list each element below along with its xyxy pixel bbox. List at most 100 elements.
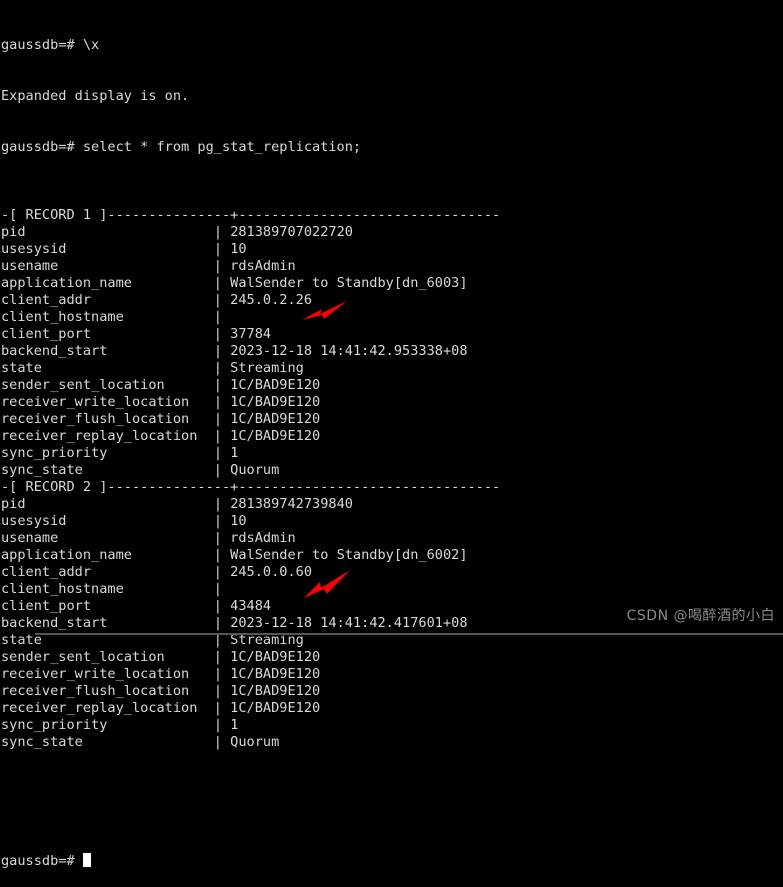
csdn-watermark: CSDN @喝醉酒的小白 (626, 608, 775, 624)
record-row-value: 1C/BAD9E120 (230, 666, 321, 682)
record-row-key: sync_state (1, 462, 83, 478)
column-divider: | (213, 734, 231, 750)
key-padding (91, 598, 214, 614)
key-padding (107, 343, 213, 359)
record-row: pid | 281389707022720 (1, 224, 783, 241)
record-row: receiver_replay_location | 1C/BAD9E120 (1, 428, 783, 445)
key-padding (197, 428, 213, 444)
record-row: client_hostname | (1, 581, 783, 598)
record-row-value: rdsAdmin (230, 258, 296, 274)
record-row: receiver_flush_location | 1C/BAD9E120 (1, 411, 783, 428)
record-row-value: rdsAdmin (230, 530, 296, 546)
key-padding (189, 666, 214, 682)
record-row-key: client_hostname (1, 581, 124, 597)
key-padding (124, 309, 214, 325)
record-separator: -[ RECORD 2 ]---------------+-----------… (1, 479, 501, 495)
record-row-key: receiver_write_location (1, 394, 190, 410)
key-padding (189, 411, 214, 427)
column-divider: | (213, 513, 231, 529)
record-row-key: sender_sent_location (1, 377, 165, 393)
record-row: backend_start | 2023-12-18 14:41:42.9533… (1, 343, 783, 360)
key-padding (107, 445, 213, 461)
key-padding (132, 275, 214, 291)
column-divider: | (213, 462, 231, 478)
record-row: sync_priority | 1 (1, 445, 783, 462)
record-row-key: sender_sent_location (1, 649, 165, 665)
record-row: receiver_write_location | 1C/BAD9E120 (1, 666, 783, 683)
record-row-value: 281389742739840 (230, 496, 353, 512)
text-cursor (82, 853, 92, 867)
column-divider: | (213, 275, 231, 291)
record-row-key: state (1, 360, 42, 376)
key-padding (165, 377, 214, 393)
key-padding (66, 513, 213, 529)
record-row: sync_priority | 1 (1, 717, 783, 734)
final-prompt-line[interactable]: gaussdb=# (1, 853, 783, 870)
record-row-key: usesysid (1, 241, 67, 257)
record-row: sender_sent_location | 1C/BAD9E120 (1, 649, 783, 666)
window-bottom-rule (35, 633, 783, 635)
column-divider: | (213, 445, 231, 461)
column-divider: | (213, 615, 231, 631)
key-padding (132, 547, 214, 563)
key-padding (66, 241, 213, 257)
column-divider: | (213, 394, 231, 410)
column-divider: | (213, 377, 231, 393)
record-row-value: 2023-12-18 14:41:42.953338+08 (230, 343, 468, 359)
record-row: receiver_flush_location | 1C/BAD9E120 (1, 683, 783, 700)
column-divider: | (213, 598, 231, 614)
column-divider: | (213, 496, 231, 512)
column-divider: | (213, 581, 231, 597)
record-row-key: receiver_flush_location (1, 411, 190, 427)
column-divider: | (213, 241, 231, 257)
key-padding (124, 581, 214, 597)
record-row-key: receiver_replay_location (1, 700, 198, 716)
record-row-key: receiver_replay_location (1, 428, 198, 444)
record-row: state | Streaming (1, 360, 783, 377)
command-line-select-replication: gaussdb=# select * from pg_stat_replicat… (1, 139, 362, 155)
record-row-key: backend_start (1, 615, 108, 631)
record-row-value: 281389707022720 (230, 224, 353, 240)
record-row: usename | rdsAdmin (1, 530, 783, 547)
record-row-value: 43484 (230, 598, 272, 614)
column-divider: | (213, 547, 231, 563)
record-row-value: Quorum (230, 462, 280, 478)
command-line-expanded-display: gaussdb=# \x (1, 37, 100, 53)
key-padding (165, 649, 214, 665)
column-divider: | (213, 360, 231, 376)
record-row-value: 1C/BAD9E120 (230, 700, 321, 716)
column-divider: | (213, 649, 231, 665)
record-row-value: 245.0.0.60 (230, 564, 313, 580)
record-row: receiver_replay_location | 1C/BAD9E120 (1, 700, 783, 717)
record-row: client_port | 37784 (1, 326, 783, 343)
record-row: receiver_write_location | 1C/BAD9E120 (1, 394, 783, 411)
record-row-key: usename (1, 258, 59, 274)
record-row-key: client_hostname (1, 309, 124, 325)
column-divider: | (213, 717, 231, 733)
record-row-value: 1C/BAD9E120 (230, 683, 321, 699)
record-row: usesysid | 10 (1, 241, 783, 258)
key-padding (83, 462, 214, 478)
record-row: sender_sent_location | 1C/BAD9E120 (1, 377, 783, 394)
terminal-output[interactable]: gaussdb=# \x Expanded display is on. gau… (0, 0, 783, 869)
column-divider: | (213, 326, 231, 342)
key-padding (91, 292, 214, 308)
record-row-value: 10 (230, 241, 247, 257)
key-padding (58, 530, 214, 546)
record-row-key: usesysid (1, 513, 67, 529)
key-padding (91, 564, 214, 580)
column-divider: | (213, 309, 231, 325)
record-row: client_hostname | (1, 309, 783, 326)
column-divider: | (213, 224, 231, 240)
column-divider: | (213, 700, 231, 716)
record-row: usename | rdsAdmin (1, 258, 783, 275)
record-row-key: pid (1, 224, 26, 240)
record-row-value: 245.0.2.26 (230, 292, 313, 308)
record-row-key: client_port (1, 326, 92, 342)
record-row-value: WalSender to Standby[dn_6002] (230, 547, 468, 563)
key-padding (189, 394, 214, 410)
record-row-value: Quorum (230, 734, 280, 750)
record-row-value: 10 (230, 513, 247, 529)
record-list: -[ RECORD 1 ]---------------+-----------… (1, 207, 783, 751)
record-row-value: WalSender to Standby[dn_6003] (230, 275, 468, 291)
